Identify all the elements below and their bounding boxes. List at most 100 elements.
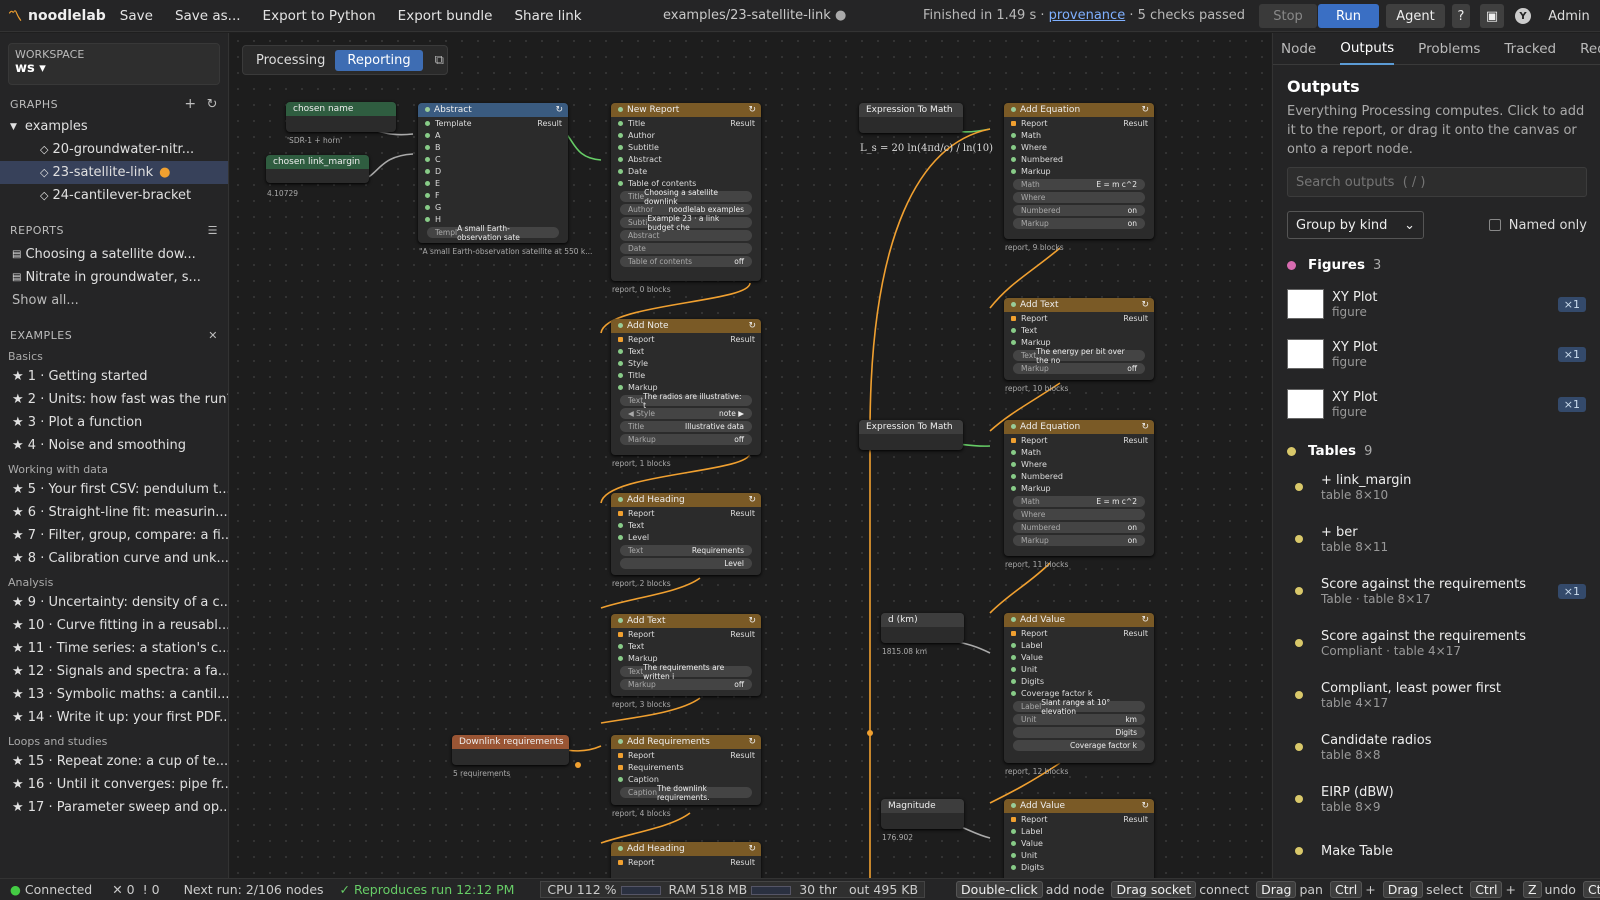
- socket-icon[interactable]: [618, 336, 623, 342]
- node-port[interactable]: Text: [611, 640, 761, 652]
- node-port[interactable]: Report Result: [1004, 434, 1154, 446]
- node-magnitude[interactable]: Magnitude: [881, 799, 964, 829]
- output-table-row[interactable]: Score against the requirements Table · ta…: [1273, 565, 1600, 617]
- node-port[interactable]: Title Result: [611, 117, 761, 129]
- checkbox[interactable]: [1488, 219, 1501, 231]
- node-port[interactable]: Markup: [611, 381, 761, 393]
- node-abstract[interactable]: Abstract ↻ Template Result A B C D E F G H Templ A sm…: [418, 103, 568, 243]
- node-expression-to-math[interactable]: Expression To Math: [859, 103, 963, 133]
- share-link-button[interactable]: Share link: [514, 8, 581, 24]
- node-port[interactable]: Label: [1004, 639, 1154, 651]
- node-header[interactable]: Add Text ↻: [611, 614, 761, 628]
- node-field[interactable]: Markup on: [1013, 218, 1145, 229]
- app-logo[interactable]: 〽 noodlelab: [8, 6, 106, 26]
- socket-icon[interactable]: [618, 631, 623, 637]
- node-port[interactable]: Requirements: [611, 761, 761, 773]
- node-port[interactable]: Markup: [1004, 165, 1154, 177]
- node-port[interactable]: Markup: [1004, 482, 1154, 494]
- export-python-button[interactable]: Export to Python: [263, 8, 376, 24]
- example-item[interactable]: ★ 12 · Signals and spectra: a fa...: [0, 660, 228, 683]
- example-item[interactable]: ★ 7 · Filter, group, compare: a fi...: [0, 524, 228, 547]
- node-port[interactable]: G: [418, 201, 568, 213]
- socket-icon[interactable]: [425, 156, 430, 162]
- panel-tab[interactable]: Outputs: [1340, 33, 1395, 65]
- node-field[interactable]: Where: [1013, 192, 1145, 203]
- node-header[interactable]: Add Value ↻: [1004, 799, 1154, 813]
- node-field[interactable]: Text Requirements: [620, 545, 752, 556]
- refresh-icon[interactable]: ↻: [555, 105, 563, 115]
- output-table-row[interactable]: + ber table 8×11: [1273, 513, 1600, 565]
- example-item[interactable]: ★ 2 · Units: how fast was the run?: [0, 388, 228, 411]
- node-header[interactable]: Add Heading ↻: [611, 493, 761, 507]
- socket-icon[interactable]: [618, 752, 623, 758]
- example-item[interactable]: ★ 4 · Noise and smoothing: [0, 434, 228, 457]
- output-figure-row[interactable]: XY Plot figure ×1: [1273, 379, 1600, 429]
- socket-icon[interactable]: [618, 384, 623, 390]
- socket-icon[interactable]: [618, 348, 623, 354]
- socket-icon[interactable]: [618, 168, 623, 174]
- refresh-icon[interactable]: ↻: [1141, 105, 1149, 115]
- node-header[interactable]: Abstract ↻: [418, 103, 568, 117]
- node-field[interactable]: Table of contents off: [620, 256, 752, 267]
- node-port[interactable]: Report Result: [1004, 312, 1154, 324]
- example-item[interactable]: ★ 9 · Uncertainty: density of a c...: [0, 591, 228, 614]
- node-field[interactable]: Markup on: [1013, 535, 1145, 546]
- node-port[interactable]: Report Result: [1004, 117, 1154, 129]
- node-field[interactable]: ◀ Style note ▶: [620, 408, 752, 419]
- output-figure-row[interactable]: XY Plot figure ×1: [1273, 329, 1600, 379]
- socket-icon[interactable]: [425, 168, 430, 174]
- node-field[interactable]: Text The energy per bit over the no: [1013, 347, 1145, 365]
- node-add-value[interactable]: Add Value ↻ Report Result Label Value Unit Digi…: [1004, 799, 1154, 878]
- node-port[interactable]: Numbered: [1004, 153, 1154, 165]
- refresh-icon[interactable]: ↻: [748, 321, 756, 331]
- socket-icon[interactable]: [618, 859, 623, 865]
- workspace-selector[interactable]: ws ▾: [15, 61, 213, 76]
- node-add-text[interactable]: Add Text ↻ Report Result Text Markup Text The e…: [1004, 298, 1154, 380]
- node-port[interactable]: Subtitle: [611, 141, 761, 153]
- node-add-note[interactable]: Add Note ↻ Report Result Text Style Title Marku…: [611, 319, 761, 455]
- refresh-icon[interactable]: ↻: [748, 495, 756, 505]
- list-icon[interactable]: ☰: [208, 224, 218, 237]
- socket-icon[interactable]: [618, 776, 623, 782]
- help-button[interactable]: ?: [1452, 4, 1470, 28]
- node-port[interactable]: Unit: [1004, 849, 1154, 861]
- panel-tab[interactable]: Node: [1281, 33, 1316, 65]
- node-header[interactable]: New Report ↻: [611, 103, 761, 117]
- add-graph-icon[interactable]: +: [184, 96, 196, 112]
- node-expression-to-math[interactable]: Expression To Math: [859, 420, 963, 450]
- node-add-equation[interactable]: Add Equation ↻ Report Result Math Where Number…: [1004, 103, 1154, 239]
- node-port[interactable]: Where: [1004, 141, 1154, 153]
- socket-icon[interactable]: [1011, 339, 1016, 345]
- output-table-row[interactable]: Candidate radios table 8×8: [1273, 721, 1600, 773]
- report-item[interactable]: ▤ Choosing a satellite dow...: [0, 243, 228, 266]
- node-port[interactable]: Text: [611, 345, 761, 357]
- panel-toggle-icon[interactable]: ▣: [1480, 4, 1504, 28]
- socket-icon[interactable]: [1011, 120, 1016, 126]
- user-name[interactable]: Admin: [1546, 4, 1592, 28]
- node-port[interactable]: Report Result: [611, 333, 761, 345]
- node-downlink-requirements[interactable]: Downlink requirements: [452, 735, 569, 765]
- node-add-requirements[interactable]: Add Requirements ↻ Report Result Requirement…: [611, 735, 761, 805]
- node-header[interactable]: Add Heading ↻: [611, 842, 761, 856]
- socket-icon[interactable]: [1011, 666, 1016, 672]
- node-add-heading[interactable]: Add Heading ↻ Report Result Text Level Text Req…: [611, 493, 761, 575]
- refresh-icon[interactable]: ↻: [1141, 300, 1149, 310]
- socket-icon[interactable]: [618, 156, 623, 162]
- example-item[interactable]: ★ 8 · Calibration curve and unk...: [0, 547, 228, 570]
- node-port[interactable]: B: [418, 141, 568, 153]
- panel-tab[interactable]: Tracked: [1504, 33, 1556, 65]
- example-item[interactable]: ★ 5 · Your first CSV: pendulum t...: [0, 478, 228, 501]
- node-field[interactable]: Title Choosing a satellite downlink: [620, 188, 752, 206]
- graph-item[interactable]: ◇ 24-cantilever-bracket: [0, 184, 228, 207]
- node-field[interactable]: Label Slant range at 10° elevation: [1013, 698, 1145, 716]
- node-port[interactable]: E: [418, 177, 568, 189]
- node-field[interactable]: Text The radios are illustrative: t: [620, 392, 752, 410]
- node-field[interactable]: Abstract: [620, 230, 752, 241]
- socket-icon[interactable]: [618, 655, 623, 661]
- node-header[interactable]: Add Value ↻: [1004, 613, 1154, 627]
- node-field[interactable]: Date: [620, 243, 752, 254]
- socket-icon[interactable]: [618, 180, 623, 186]
- node-field[interactable]: Text The requirements are written i: [620, 663, 752, 681]
- node-port[interactable]: Report Result: [611, 628, 761, 640]
- refresh-icon[interactable]: ↻: [1141, 801, 1149, 811]
